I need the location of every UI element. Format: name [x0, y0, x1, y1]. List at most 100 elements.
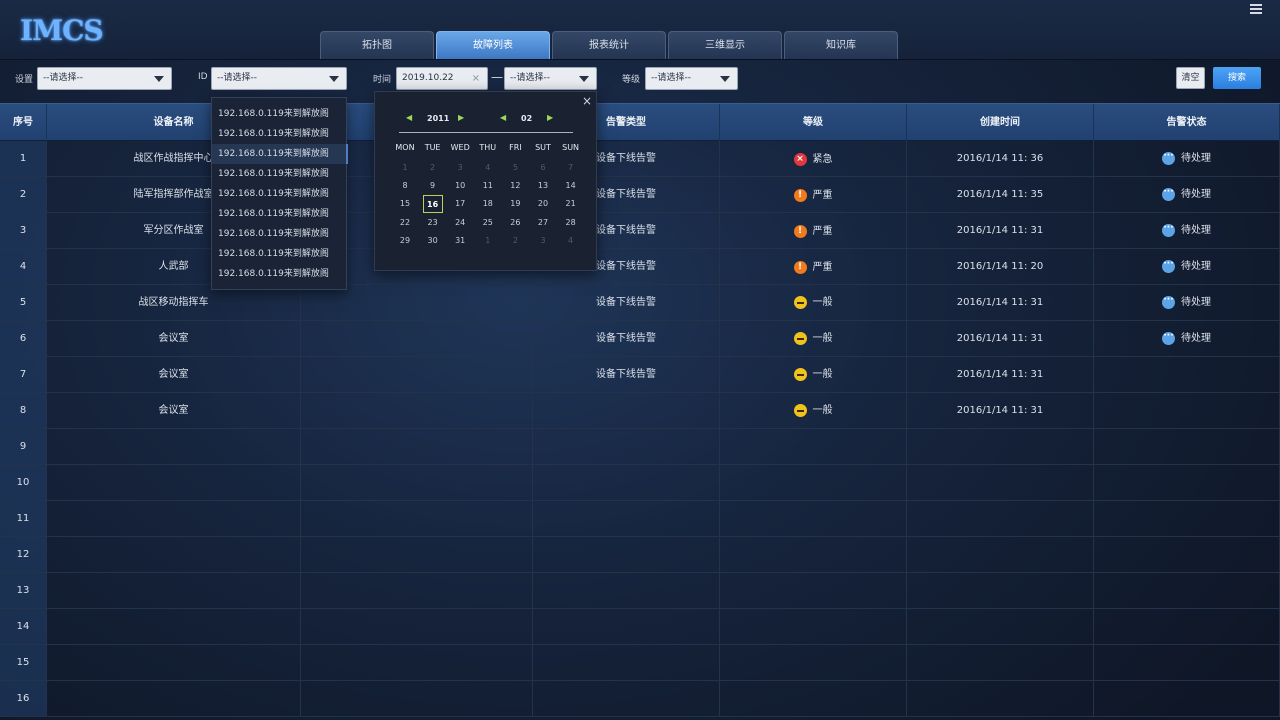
calendar-day[interactable]: 19	[505, 195, 525, 213]
calendar-day[interactable]: 15	[395, 195, 415, 213]
calendar-day[interactable]: 4	[478, 159, 498, 177]
table-row[interactable]: 14	[0, 609, 1280, 645]
id-select[interactable]: --请选择--	[211, 67, 347, 90]
hamburger-icon[interactable]	[1250, 4, 1262, 14]
tab-3[interactable]: 报表统计	[552, 31, 666, 59]
weekday-label: WED	[450, 143, 470, 152]
calendar-day[interactable]: 7	[561, 159, 581, 177]
date-range-separator: —	[491, 70, 503, 84]
create-time: 2016/1/14 11: 20	[907, 249, 1094, 284]
calendar-day[interactable]: 1	[478, 232, 498, 250]
calendar-day[interactable]: 31	[450, 232, 470, 250]
calendar-day[interactable]: 10	[450, 177, 470, 195]
table-row[interactable]: 10	[0, 465, 1280, 501]
dropdown-option[interactable]: 192.168.0.119来到解放阁	[212, 264, 348, 284]
dropdown-option[interactable]: 192.168.0.119来到解放阁	[212, 224, 348, 244]
clear-button[interactable]: 清空	[1176, 67, 1205, 89]
table-row[interactable]: 16	[0, 681, 1280, 717]
table-row[interactable]: 11	[0, 501, 1280, 537]
start-date-input[interactable]: 2019.10.22 ×	[396, 67, 488, 90]
status-badge[interactable]: 待处理	[1162, 177, 1211, 212]
calendar-day[interactable]: 8	[395, 177, 415, 195]
status-badge[interactable]: 待处理	[1162, 285, 1211, 320]
status-text: 待处理	[1181, 333, 1211, 344]
table-row[interactable]: 5战区移动指挥车 设备下线告警 一般 2016/1/14 11: 31 待处理	[0, 285, 1280, 321]
calendar-day[interactable]: 3	[533, 232, 553, 250]
calendar-day[interactable]: 14	[561, 177, 581, 195]
calendar-day[interactable]: 16	[422, 195, 443, 214]
table-row[interactable]: 4人武部设备下线告警!严重2016/1/14 11: 20待处理	[0, 249, 1280, 285]
calendar-day[interactable]: 2	[423, 159, 443, 177]
calendar-day[interactable]: 11	[478, 177, 498, 195]
calendar-day[interactable]: 20	[533, 195, 553, 213]
calendar-day[interactable]: 5	[505, 159, 525, 177]
table-row[interactable]: 15	[0, 645, 1280, 681]
table-row[interactable]: 6会议室 设备下线告警 一般 2016/1/14 11: 31 待处理	[0, 321, 1280, 357]
table-row[interactable]: 7 会议室 设备下线告警 一般 2016/1/14 11: 31	[0, 357, 1280, 393]
prev-month-icon[interactable]: ◀	[500, 113, 506, 122]
calendar-day[interactable]: 28	[561, 214, 581, 232]
table-row[interactable]: 13	[0, 573, 1280, 609]
x-circle-icon: ×	[793, 153, 807, 166]
tab-1[interactable]: 拓扑图	[320, 31, 434, 59]
next-year-icon[interactable]: ▶	[458, 113, 464, 122]
calendar-day[interactable]: 27	[533, 214, 553, 232]
calendar-day[interactable]: 6	[533, 159, 553, 177]
calendar-day[interactable]: 26	[505, 214, 525, 232]
calendar-day[interactable]: 17	[450, 195, 470, 213]
device-select[interactable]: --请选择--	[37, 67, 172, 90]
dropdown-option[interactable]: 192.168.0.119来到解放阁	[212, 244, 348, 264]
close-icon[interactable]: ×	[582, 94, 592, 108]
table-row[interactable]: 8 会议室 一般 2016/1/14 11: 31	[0, 393, 1280, 429]
calendar-day[interactable]: 1	[395, 159, 415, 177]
status-badge[interactable]: 待处理	[1162, 249, 1211, 284]
dropdown-option[interactable]: 192.168.0.119来到解放阁	[212, 124, 348, 144]
status-cell: 待处理	[1094, 177, 1280, 212]
status-badge[interactable]: 待处理	[1162, 321, 1211, 356]
calendar-day[interactable]: 9	[423, 177, 443, 195]
level-text: 一般	[812, 297, 833, 308]
minus-circle-icon	[793, 332, 807, 345]
calendar-day[interactable]: 18	[478, 195, 498, 213]
calendar-day[interactable]: 30	[423, 232, 443, 250]
dropdown-option[interactable]: 192.168.0.119来到解放阁	[212, 164, 348, 184]
status-badge[interactable]: 待处理	[1162, 213, 1211, 248]
status-cell	[1094, 429, 1280, 464]
level-select[interactable]: --请选择--	[645, 67, 738, 90]
dropdown-option[interactable]: 192.168.0.119来到解放阁	[212, 104, 348, 124]
calendar-day[interactable]: 3	[450, 159, 470, 177]
end-date-select[interactable]: --请选择--	[504, 67, 597, 90]
clear-icon[interactable]: ×	[472, 68, 480, 89]
tab-5[interactable]: 知识库	[784, 31, 898, 59]
level-badge: ! 严重	[793, 178, 833, 213]
calendar-day[interactable]: 4	[561, 232, 581, 250]
table-row[interactable]: 3军分区作战室设备下线告警!严重2016/1/14 11: 31待处理	[0, 213, 1280, 249]
search-button[interactable]: 搜索	[1213, 67, 1261, 89]
calendar-day[interactable]: 21	[561, 195, 581, 213]
end-date-value: --请选择--	[510, 73, 550, 83]
level-cell: 一般	[720, 285, 907, 320]
dropdown-option[interactable]: 192.168.0.119来到解放阁	[212, 144, 348, 164]
tab-2[interactable]: 故障列表	[436, 31, 550, 59]
prev-year-icon[interactable]: ◀	[406, 113, 412, 122]
calendar-day[interactable]: 13	[533, 177, 553, 195]
tab-4[interactable]: 三维显示	[668, 31, 782, 59]
status-badge[interactable]: 待处理	[1162, 141, 1211, 176]
dropdown-option[interactable]: 192.168.0.119来到解放阁	[212, 204, 348, 224]
dropdown-option[interactable]: 192.168.0.119来到解放阁	[212, 184, 348, 204]
blank-cell	[301, 537, 533, 572]
calendar-day[interactable]: 12	[505, 177, 525, 195]
next-month-icon[interactable]: ▶	[547, 113, 553, 122]
calendar-day[interactable]: 22	[395, 214, 415, 232]
table-row[interactable]: 2陆军指挥部作战室设备下线告警!严重2016/1/14 11: 35待处理	[0, 177, 1280, 213]
table-row[interactable]: 12	[0, 537, 1280, 573]
device-name: 会议室	[47, 321, 301, 356]
calendar-day[interactable]: 25	[478, 214, 498, 232]
calendar-day[interactable]: 24	[450, 214, 470, 232]
calendar-day[interactable]: 23	[423, 214, 443, 232]
table-row[interactable]: 1战区作战指挥中心设备下线告警×紧急2016/1/14 11: 36待处理	[0, 141, 1280, 177]
caret-down-icon	[329, 76, 339, 82]
table-row[interactable]: 9	[0, 429, 1280, 465]
calendar-day[interactable]: 2	[505, 232, 525, 250]
calendar-day[interactable]: 29	[395, 232, 415, 250]
